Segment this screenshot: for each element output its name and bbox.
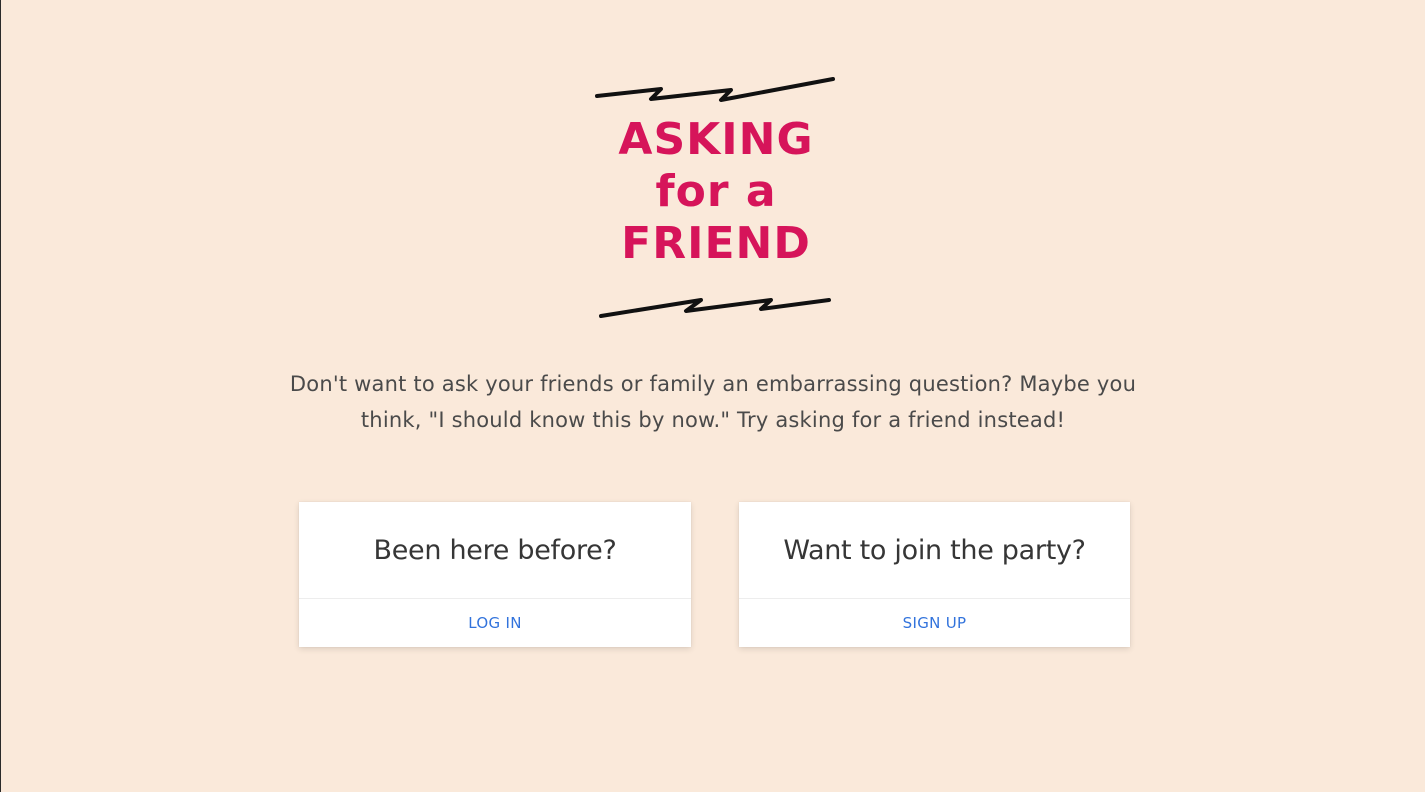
login-card: Been here before? LOG IN xyxy=(299,502,691,647)
login-link[interactable]: LOG IN xyxy=(299,599,691,647)
signup-card: Want to join the party? SIGN UP xyxy=(739,502,1130,647)
logo-line-1: ASKING xyxy=(618,114,814,165)
logo-line-3: FRIEND xyxy=(621,218,811,269)
logo-bottom-zigzag xyxy=(599,298,831,318)
login-card-title: Been here before? xyxy=(299,502,691,599)
signup-card-title: Want to join the party? xyxy=(739,502,1130,599)
logo-top-zigzag xyxy=(595,77,835,102)
signup-link[interactable]: SIGN UP xyxy=(739,599,1130,647)
logo-line-2: for a xyxy=(655,166,777,217)
tagline: Don't want to ask your friends or family… xyxy=(289,372,1137,432)
app-logo: ASKING for a FRIEND xyxy=(591,72,841,327)
logo-wordmark: ASKING for a FRIEND xyxy=(591,114,841,270)
